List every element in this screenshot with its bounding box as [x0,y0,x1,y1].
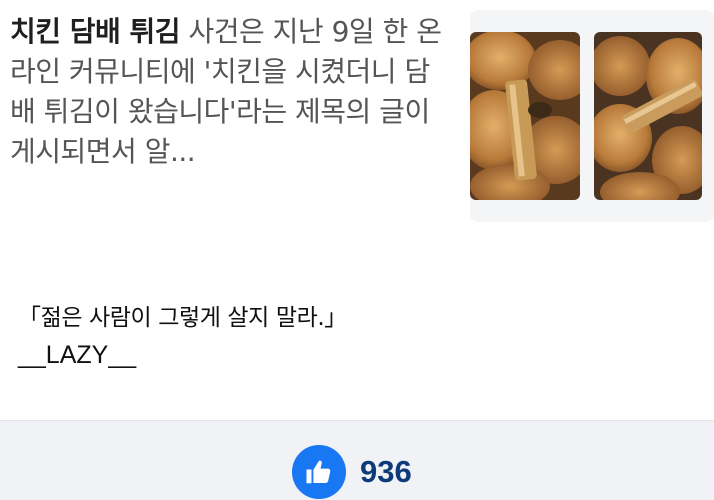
news-headline-bold: 치킨 담배 튀김 [10,15,181,48]
reaction-bar: 936 [0,420,714,500]
comment-quote: 「젊은 사람이 그렇게 살지 말라.」 [18,305,347,331]
comment-body: 「젊은 사람이 그렇게 살지 말라.」 __LAZY__ [18,300,678,374]
fried-chicken-photo [470,10,714,222]
news-snippet: 치킨 담배 튀김 사건은 지난 9일 한 온라인 커뮤니티에 '치킨을 시켰더니… [10,12,450,172]
news-thumbnail[interactable] [470,10,714,222]
comment-author: __LAZY__ [18,341,137,369]
thumbs-up-icon[interactable] [292,445,346,499]
news-card[interactable]: 치킨 담배 튀김 사건은 지난 9일 한 온라인 커뮤니티에 '치킨을 시켰더니… [0,0,714,270]
like-count: 936 [360,454,412,489]
thumbs-up-glyph [306,460,331,484]
like-button[interactable]: 936 [292,445,412,499]
